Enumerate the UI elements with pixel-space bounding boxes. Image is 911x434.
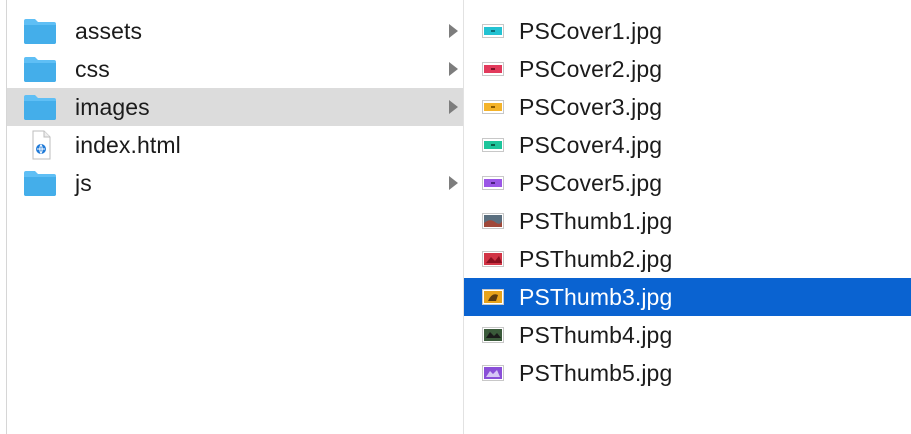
file-label: PSThumb4.jpg xyxy=(519,321,673,348)
file-row-index-html[interactable]: index.html xyxy=(7,126,463,164)
file-row[interactable]: PSCover4.jpg xyxy=(464,126,911,164)
file-label: PSCover5.jpg xyxy=(519,169,663,196)
file-label: PSThumb3.jpg xyxy=(519,283,673,310)
folder-icon xyxy=(23,17,57,45)
folder-label: js xyxy=(75,169,92,196)
file-label: PSThumb1.jpg xyxy=(519,207,673,234)
file-label: PSThumb2.jpg xyxy=(519,245,673,272)
image-file-icon xyxy=(482,100,504,114)
file-row-selected[interactable]: PSThumb3.jpg xyxy=(464,278,911,316)
chevron-right-icon xyxy=(449,176,458,190)
file-label: PSCover4.jpg xyxy=(519,131,663,158)
folder-label: css xyxy=(75,55,110,82)
file-row[interactable]: PSThumb1.jpg xyxy=(464,202,911,240)
image-file-icon xyxy=(482,251,504,267)
image-file-icon xyxy=(482,365,504,381)
folder-icon xyxy=(23,169,57,197)
folder-label: assets xyxy=(75,17,143,44)
chevron-right-icon xyxy=(449,24,458,38)
image-file-icon xyxy=(482,289,504,305)
file-row[interactable]: PSCover5.jpg xyxy=(464,164,911,202)
image-file-icon xyxy=(482,213,504,229)
window-left-edge xyxy=(0,0,7,434)
folder-icon xyxy=(23,93,57,121)
column-root[interactable]: assets css images index.html js xyxy=(7,12,463,422)
folder-row-images[interactable]: images xyxy=(7,88,463,126)
file-label: PSCover1.jpg xyxy=(519,17,663,44)
file-label: PSThumb5.jpg xyxy=(519,359,673,386)
file-row[interactable]: PSThumb5.jpg xyxy=(464,354,911,392)
image-file-icon xyxy=(482,138,504,152)
file-row[interactable]: PSThumb2.jpg xyxy=(464,240,911,278)
file-label: index.html xyxy=(75,131,181,158)
folder-row-css[interactable]: css xyxy=(7,50,463,88)
chevron-right-icon xyxy=(449,62,458,76)
image-file-icon xyxy=(482,62,504,76)
file-row[interactable]: PSCover3.jpg xyxy=(464,88,911,126)
html-file-icon xyxy=(23,130,57,160)
folder-row-assets[interactable]: assets xyxy=(7,12,463,50)
chevron-right-icon xyxy=(449,100,458,114)
folder-icon xyxy=(23,55,57,83)
column-images[interactable]: PSCover1.jpg PSCover2.jpg PSCover3.jpg P… xyxy=(464,12,911,422)
folder-label: images xyxy=(75,93,150,120)
finder-column-view: assets css images index.html js PSCover1… xyxy=(0,0,911,434)
image-file-icon xyxy=(482,327,504,343)
folder-row-js[interactable]: js xyxy=(7,164,463,202)
image-file-icon xyxy=(482,176,504,190)
file-label: PSCover2.jpg xyxy=(519,55,663,82)
file-row[interactable]: PSCover2.jpg xyxy=(464,50,911,88)
file-row[interactable]: PSCover1.jpg xyxy=(464,12,911,50)
file-row[interactable]: PSThumb4.jpg xyxy=(464,316,911,354)
image-file-icon xyxy=(482,24,504,38)
file-label: PSCover3.jpg xyxy=(519,93,663,120)
